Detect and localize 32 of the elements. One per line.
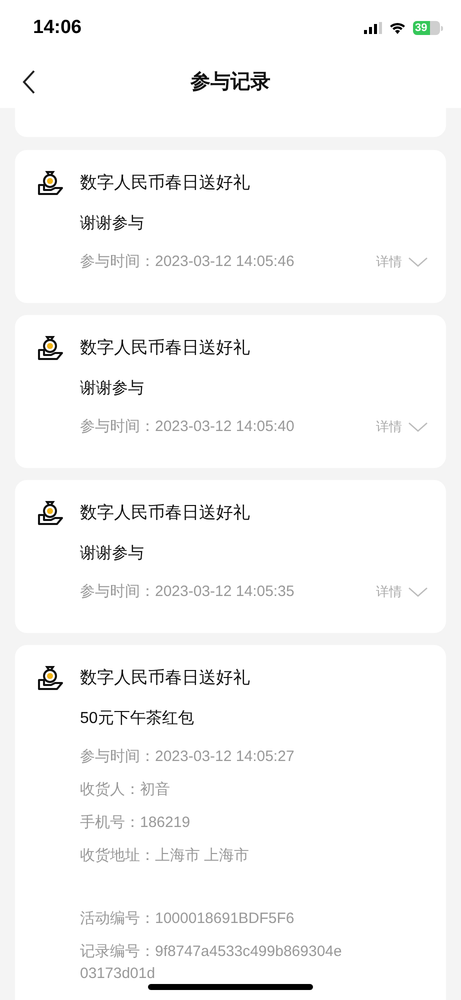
participation-time: 参与时间：2023-03-12 14:05:46 [80,252,294,272]
detail-row-text: 收货人：初音 [80,780,171,800]
signal-icon [364,22,382,34]
wifi-icon [389,22,406,34]
activity-title: 数字人民币春日送好礼 [80,667,250,690]
participation-time: 参与时间：2023-03-12 14:05:40 [80,417,294,437]
activity-title: 数字人民币春日送好礼 [80,502,250,524]
money-bag-hand-icon [37,170,63,196]
detail-row-text: 收货地址：上海市 上海市 [80,846,250,866]
money-bag-hand-icon [37,665,63,691]
participation-time: 参与时间：2023-03-12 14:05:27 [80,747,294,767]
status-time: 14:06 [33,16,82,40]
money-bag-hand-icon [37,500,63,526]
chevron-down-icon [408,587,428,597]
detail-row-text: 记录编号：9f8747a4533c499b869304e03173d01d [80,942,343,984]
participation-time: 参与时间：2023-03-12 14:05:35 [80,582,294,602]
battery-icon: 39 [413,21,443,35]
activity-title: 数字人民币春日送好礼 [80,337,250,360]
money-bag-hand-icon [37,335,63,361]
detail-row-text: 活动编号：1000018691BDF5F6 [80,909,296,929]
chevron-down-icon [408,422,428,432]
prize-text: 50元下午茶红包 [80,708,195,729]
details-toggle[interactable]: 详情 [376,581,428,603]
detail-row-text: 手机号：186219 [80,813,192,833]
details-toggle[interactable]: 详情 [376,251,428,273]
chevron-down-icon [408,257,428,267]
prize-text: 谢谢参与 [80,214,145,234]
details-toggle[interactable]: 详情 [376,416,428,438]
activity-title: 数字人民币春日送好礼 [80,172,250,194]
page-title: 参与记录 [190,70,270,95]
prize-text: 谢谢参与 [80,378,145,399]
prize-text: 谢谢参与 [80,544,145,564]
